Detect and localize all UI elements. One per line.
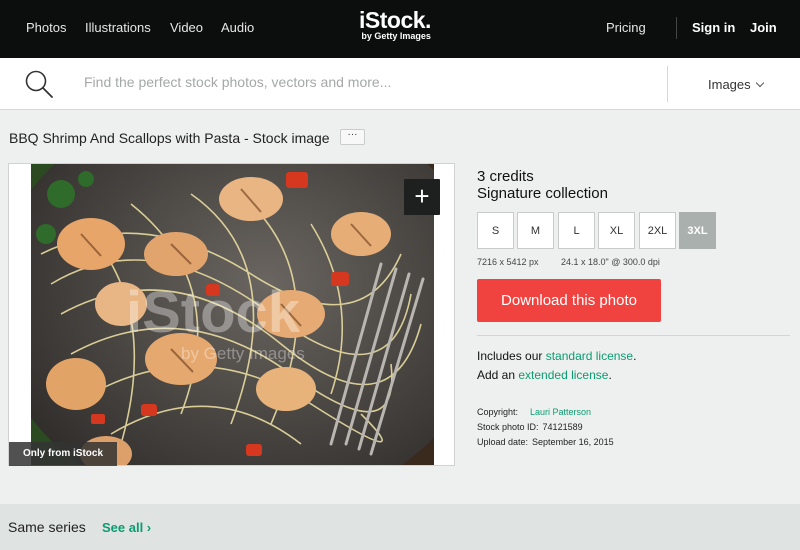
nav-divider [676, 17, 677, 39]
copyright-label: Copyright: [477, 407, 519, 417]
photographer-link[interactable]: Lauri Patterson [530, 407, 591, 417]
top-nav: Photos Illustrations Video Audio iStock.… [0, 0, 800, 58]
same-series-section: Same series See all › [0, 504, 800, 550]
nav-photos[interactable]: Photos [26, 20, 66, 35]
copyright-row: Copyright: Lauri Patterson [477, 407, 591, 417]
section-divider [477, 335, 790, 336]
logo-wordmark: iStock. [359, 7, 431, 33]
chevron-down-icon [755, 78, 764, 88]
add-to-board-button[interactable]: + [404, 179, 440, 215]
photo-id-row: Stock photo ID: 74121589 [477, 422, 583, 432]
extended-period: . [608, 368, 612, 382]
standard-license-link[interactable]: standard license [546, 349, 633, 363]
extended-license-link[interactable]: extended license [518, 368, 608, 382]
license-info: Includes our standard license. [477, 349, 636, 363]
nav-video[interactable]: Video [170, 20, 203, 35]
extended-license-info: Add an extended license. [477, 368, 612, 382]
nav-illustrations[interactable]: Illustrations [85, 20, 151, 35]
search-bar: Images [0, 58, 800, 110]
extended-text: Add an [477, 368, 519, 382]
photo-id-label: Stock photo ID: [477, 422, 539, 432]
upload-date-label: Upload date: [477, 437, 529, 447]
license-period: . [633, 349, 637, 363]
search-input[interactable] [84, 74, 644, 90]
join-link[interactable]: Join [750, 20, 777, 35]
collection-name: Signature collection [477, 185, 608, 202]
watermark-subtext: by Getty Images [181, 344, 305, 363]
pixel-dimensions: 7216 x 5412 px [477, 257, 539, 267]
media-type-select[interactable]: Images [708, 77, 764, 92]
stock-photo-preview[interactable]: iStock by Getty Images [31, 164, 434, 466]
size-l-button[interactable]: L [558, 212, 595, 249]
upload-date-row: Upload date: September 16, 2015 [477, 437, 614, 447]
size-3xl-button[interactable]: 3XL [679, 212, 716, 249]
size-2xl-button[interactable]: 2XL [639, 212, 676, 249]
page-title: BBQ Shrimp And Scallops with Pasta - Sto… [9, 130, 330, 146]
download-button[interactable]: Download this photo [477, 279, 661, 322]
size-s-button[interactable]: S [477, 212, 514, 249]
size-xl-button[interactable]: XL [598, 212, 635, 249]
watermark-text: iStock [126, 280, 301, 345]
nav-audio[interactable]: Audio [221, 20, 254, 35]
same-series-heading: Same series [8, 519, 86, 535]
license-text: Includes our [477, 349, 546, 363]
logo-subtitle: by Getty Images [361, 31, 431, 41]
more-options-button[interactable]: ··· [340, 129, 365, 145]
sign-in-link[interactable]: Sign in [692, 20, 735, 35]
istock-logo[interactable]: iStock. by Getty Images [359, 8, 431, 41]
photo-id-value: 74121589 [542, 422, 583, 432]
credits-price: 3 credits [477, 168, 534, 185]
size-m-button[interactable]: M [517, 212, 554, 249]
search-divider [667, 66, 668, 102]
print-dimensions: 24.1 x 18.0" @ 300.0 dpi [561, 257, 660, 267]
upload-date-value: September 16, 2015 [532, 437, 614, 447]
nav-pricing[interactable]: Pricing [606, 20, 646, 35]
see-all-link[interactable]: See all › [102, 520, 151, 535]
media-type-label: Images [708, 77, 751, 92]
image-preview-panel: iStock by Getty Images [8, 163, 455, 466]
exclusive-badge: Only from iStock [9, 442, 117, 466]
search-icon[interactable] [24, 69, 54, 99]
